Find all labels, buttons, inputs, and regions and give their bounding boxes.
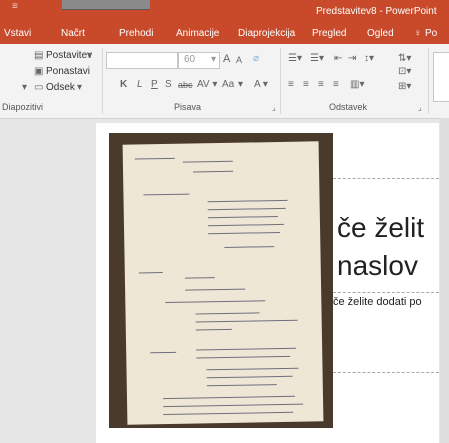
slides-group-label: Diapozitivi xyxy=(2,102,44,112)
paragraph-group-label: Odstavek xyxy=(329,102,368,112)
line-spacing-icon[interactable]: ↕▾ xyxy=(364,53,374,65)
columns-icon[interactable]: ▥▾ xyxy=(350,79,364,91)
vertical-scrollbar[interactable] xyxy=(440,118,449,443)
subtitle-placeholder-border xyxy=(333,292,439,293)
tab-prehodi[interactable]: Prehodi xyxy=(119,28,153,40)
strikethrough-button[interactable]: abc xyxy=(178,79,193,91)
customize-quick-access-icon[interactable]: ≡ xyxy=(12,2,18,12)
window-title: Predstavitev8 - PowerPoint xyxy=(316,6,437,17)
align-right-icon[interactable]: ≡ xyxy=(318,79,324,91)
ribbon-tabs: Vstavi Načrt Prehodi Animacije Diaprojek… xyxy=(0,22,449,44)
group-divider xyxy=(428,48,429,114)
decrease-indent-icon[interactable]: ⇤ xyxy=(334,53,342,65)
numbering-icon[interactable]: ☰▾ xyxy=(310,53,324,65)
change-case-button[interactable]: Aa xyxy=(222,79,234,91)
notes-photo[interactable] xyxy=(109,133,333,428)
new-slide-chevron-icon[interactable]: ▾ xyxy=(22,82,27,94)
font-size-value: 60 xyxy=(184,54,196,65)
italic-button[interactable]: L xyxy=(137,79,143,91)
tab-animacije[interactable]: Animacije xyxy=(176,28,219,40)
slide-title-line-2[interactable]: naslov xyxy=(337,250,418,282)
ribbon: ▤ Postavitev ▾ ▣ Ponastavi ▾ ▭ Odsek ▾ D… xyxy=(0,44,449,119)
layout-button[interactable]: Postavitev xyxy=(46,50,92,62)
bold-button[interactable]: K xyxy=(120,79,127,91)
tab-overflow[interactable]: Po xyxy=(425,28,437,40)
quick-access-thumbnail xyxy=(62,0,150,10)
chevron-down-icon: ▾ xyxy=(87,50,93,61)
tab-ogled[interactable]: Ogled xyxy=(367,28,394,40)
character-spacing-icon[interactable]: AV ▾ xyxy=(197,79,217,91)
tab-vstavi[interactable]: Vstavi xyxy=(4,28,31,40)
subtitle-placeholder-border xyxy=(333,372,439,373)
layout-icon: ▤ xyxy=(34,50,44,61)
tab-pregled[interactable]: Pregled xyxy=(312,28,346,40)
section-icon: ▭ xyxy=(34,82,44,93)
section-button[interactable]: Odsek xyxy=(46,82,75,94)
font-size-combobox[interactable]: 60 ▾ xyxy=(178,52,220,69)
clear-formatting-icon[interactable]: ⌀ xyxy=(253,53,259,65)
reset-button[interactable]: Ponastavi xyxy=(46,66,90,78)
font-color-icon[interactable]: A ▾ xyxy=(254,79,268,91)
slide-subtitle[interactable]: če želite dodati po xyxy=(333,296,422,309)
slide-title-line-1[interactable]: če želit xyxy=(337,212,424,244)
shadow-button[interactable]: S xyxy=(165,79,172,91)
align-text-icon[interactable]: ⊡▾ xyxy=(398,66,411,78)
paper-sheet xyxy=(122,141,324,425)
underline-button[interactable]: P xyxy=(151,79,158,91)
font-name-combobox[interactable] xyxy=(106,52,178,69)
shrink-font-button[interactable]: A xyxy=(236,54,242,66)
chevron-down-icon: ▾ xyxy=(210,54,216,65)
chevron-down-icon: ▾ xyxy=(77,82,83,93)
tab-nacrt[interactable]: Načrt xyxy=(61,28,85,40)
group-divider xyxy=(102,48,103,114)
reset-icon: ▣ xyxy=(34,66,44,77)
title-placeholder-border xyxy=(333,178,439,179)
align-center-icon[interactable]: ≡ xyxy=(303,79,309,91)
grow-font-button[interactable]: A xyxy=(223,53,230,65)
justify-icon[interactable]: ≡ xyxy=(333,79,339,91)
group-divider xyxy=(280,48,281,114)
drawing-shapes-gallery[interactable] xyxy=(433,52,449,102)
align-left-icon[interactable]: ≡ xyxy=(288,79,294,91)
font-dialog-launcher-icon[interactable]: ⌟ xyxy=(272,102,276,114)
smartart-icon[interactable]: ⊞▾ xyxy=(398,81,411,93)
tab-diaprojekcija[interactable]: Diaprojekcija xyxy=(238,28,295,40)
bullets-icon[interactable]: ☰▾ xyxy=(288,53,302,65)
title-bar: ≡ Predstavitev8 - PowerPoint xyxy=(0,0,449,22)
increase-indent-icon[interactable]: ⇥ xyxy=(348,53,356,65)
font-group-label: Pisava xyxy=(174,102,202,112)
chevron-down-icon: ▾ xyxy=(238,79,244,90)
paragraph-dialog-launcher-icon[interactable]: ⌟ xyxy=(418,102,422,114)
text-direction-icon[interactable]: ⇅▾ xyxy=(398,53,411,65)
tell-me-icon[interactable]: ♀ xyxy=(414,28,422,40)
